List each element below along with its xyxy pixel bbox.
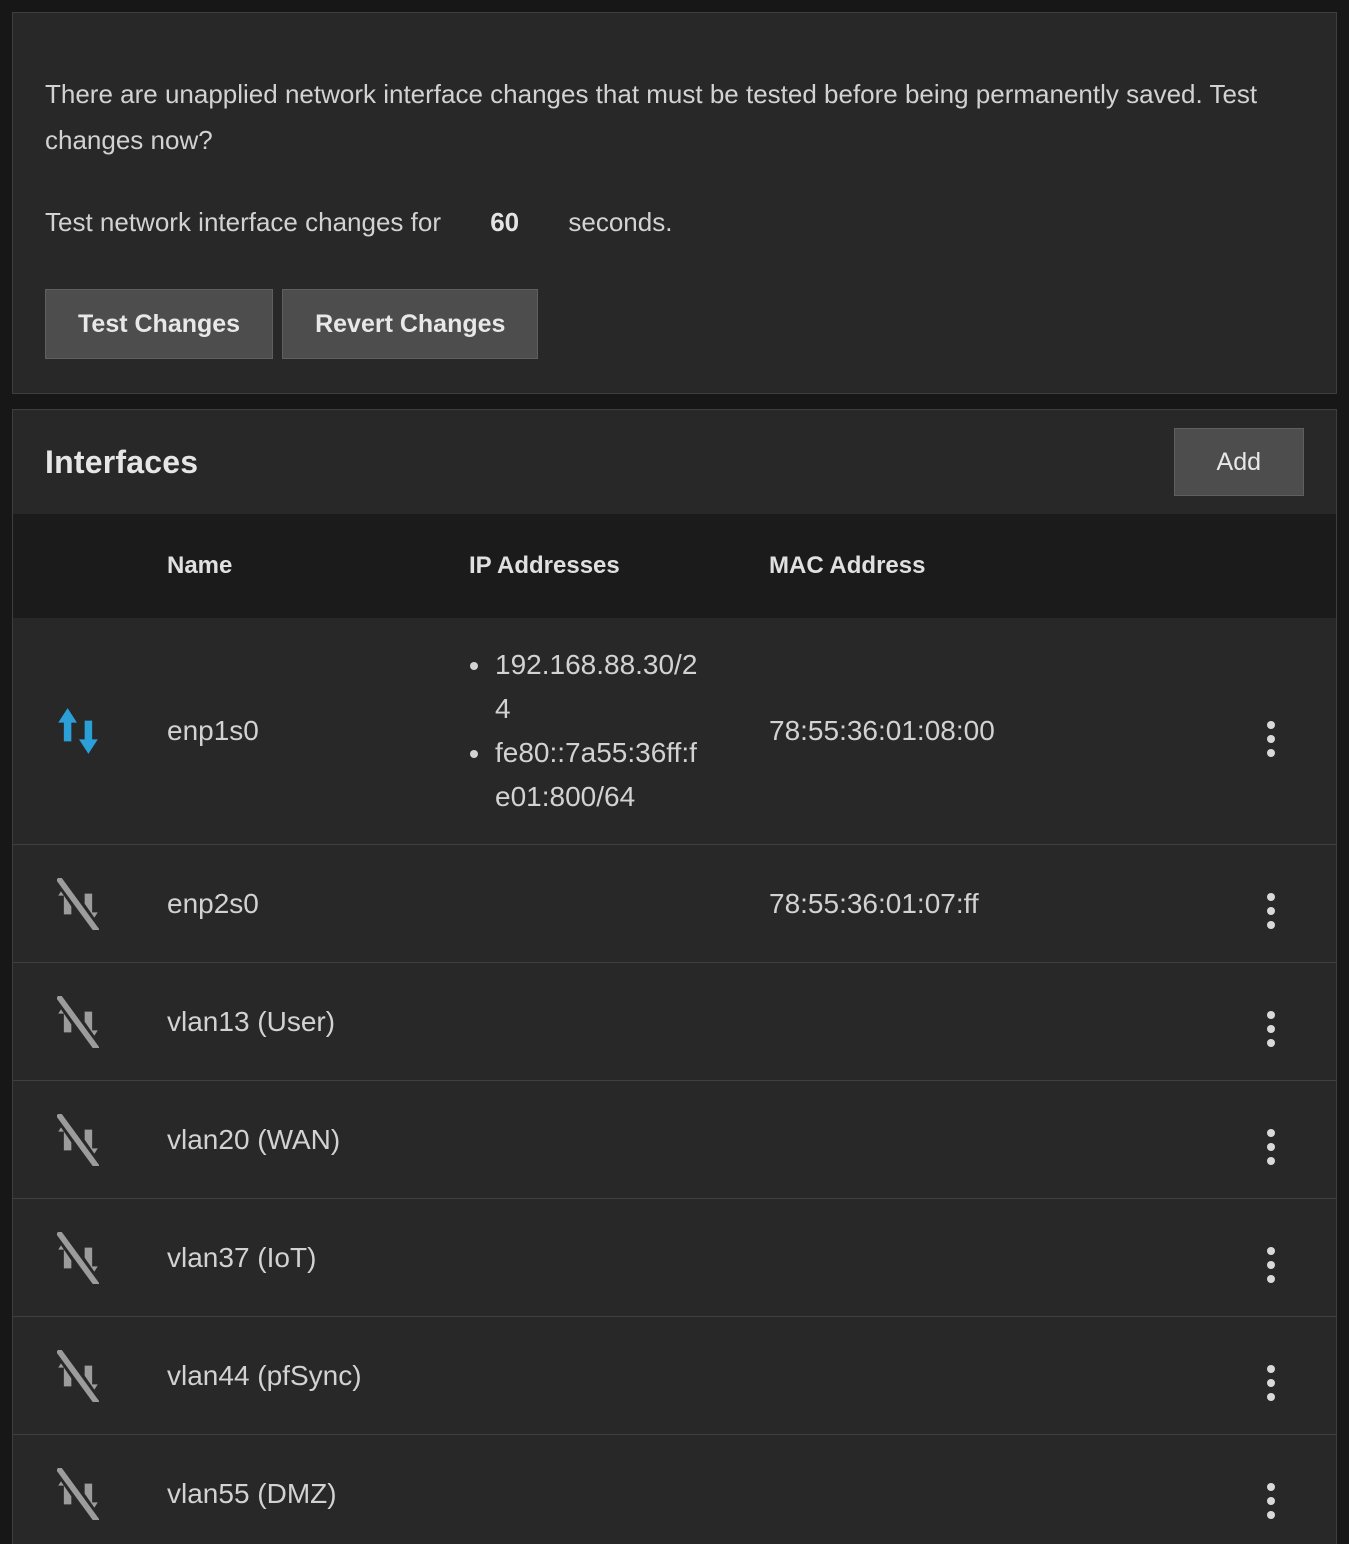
mac-address: 78:55:36:01:07:ff xyxy=(769,882,995,926)
kebab-icon xyxy=(1267,1483,1275,1519)
network-disconnected-icon xyxy=(57,1232,99,1284)
interface-name: vlan13 (User) xyxy=(167,1006,335,1037)
network-up-down-icon xyxy=(57,705,99,757)
interface-name: enp2s0 xyxy=(167,888,259,919)
interfaces-card-header: Interfaces Add xyxy=(13,410,1336,514)
kebab-icon xyxy=(1267,1129,1275,1165)
interface-row[interactable]: vlan20 (WAN) xyxy=(13,1081,1336,1199)
network-disconnected-icon xyxy=(57,1114,99,1166)
interface-row[interactable]: enp2s0 78:55:36:01:07:ff xyxy=(13,845,1336,963)
interface-name: vlan20 (WAN) xyxy=(167,1124,340,1155)
alert-actions: Test Changes Revert Changes xyxy=(45,289,1304,359)
test-duration-prefix: Test network interface changes for xyxy=(45,207,441,237)
interfaces-table-header-row: Name IP Addresses MAC Address xyxy=(13,514,1336,618)
add-interface-button[interactable]: Add xyxy=(1174,428,1304,496)
mac-address-column-header: MAC Address xyxy=(769,514,1206,618)
alert-message: There are unapplied network interface ch… xyxy=(45,71,1304,163)
name-column-header: Name xyxy=(167,514,469,618)
actions-column-header xyxy=(1206,514,1336,618)
test-duration-value[interactable]: 60 xyxy=(490,207,519,237)
ip-address-list: 192.168.88.30/24fe80::7a55:36ff:fe01:800… xyxy=(469,643,703,819)
ip-addresses-column-header: IP Addresses xyxy=(469,514,769,618)
interfaces-table: Name IP Addresses MAC Address enp1s0 192… xyxy=(13,514,1336,1544)
row-menu-button[interactable] xyxy=(1253,1475,1289,1527)
test-duration-line: Test network interface changes for 60 se… xyxy=(45,199,1304,245)
interface-name: vlan55 (DMZ) xyxy=(167,1478,337,1509)
network-disconnected-icon xyxy=(57,996,99,1048)
interface-name: vlan44 (pfSync) xyxy=(167,1360,362,1391)
test-duration-suffix: seconds. xyxy=(568,207,672,237)
ip-address: fe80::7a55:36ff:fe01:800/64 xyxy=(493,731,703,819)
interface-row[interactable]: vlan44 (pfSync) xyxy=(13,1317,1336,1435)
interface-row[interactable]: vlan37 (IoT) xyxy=(13,1199,1336,1317)
kebab-icon xyxy=(1267,1247,1275,1283)
kebab-icon xyxy=(1267,721,1275,757)
kebab-icon xyxy=(1267,1011,1275,1047)
interface-name: enp1s0 xyxy=(167,715,259,746)
interfaces-title: Interfaces xyxy=(45,444,198,481)
interface-row[interactable]: vlan55 (DMZ) xyxy=(13,1435,1336,1544)
interface-row[interactable]: enp1s0 192.168.88.30/24fe80::7a55:36ff:f… xyxy=(13,618,1336,845)
kebab-icon xyxy=(1267,1365,1275,1401)
interface-name: vlan37 (IoT) xyxy=(167,1242,316,1273)
kebab-icon xyxy=(1267,893,1275,929)
network-disconnected-icon xyxy=(57,1468,99,1520)
network-disconnected-icon xyxy=(57,878,99,930)
interfaces-card: Interfaces Add Name IP Addresses MAC Add… xyxy=(12,409,1337,1544)
row-menu-button[interactable] xyxy=(1253,1239,1289,1291)
status-column-header xyxy=(13,514,167,618)
unsaved-changes-alert: There are unapplied network interface ch… xyxy=(12,12,1337,394)
network-disconnected-icon xyxy=(57,1350,99,1402)
row-menu-button[interactable] xyxy=(1253,1121,1289,1173)
network-settings-page: There are unapplied network interface ch… xyxy=(0,0,1349,1544)
row-menu-button[interactable] xyxy=(1253,1003,1289,1055)
mac-address: 78:55:36:01:08:00 xyxy=(769,709,995,753)
interface-row[interactable]: vlan13 (User) xyxy=(13,963,1336,1081)
interfaces-table-body: enp1s0 192.168.88.30/24fe80::7a55:36ff:f… xyxy=(13,618,1336,1544)
row-menu-button[interactable] xyxy=(1253,713,1289,765)
row-menu-button[interactable] xyxy=(1253,1357,1289,1409)
ip-address: 192.168.88.30/24 xyxy=(493,643,703,731)
revert-changes-button[interactable]: Revert Changes xyxy=(282,289,538,359)
test-changes-button[interactable]: Test Changes xyxy=(45,289,273,359)
row-menu-button[interactable] xyxy=(1253,885,1289,937)
